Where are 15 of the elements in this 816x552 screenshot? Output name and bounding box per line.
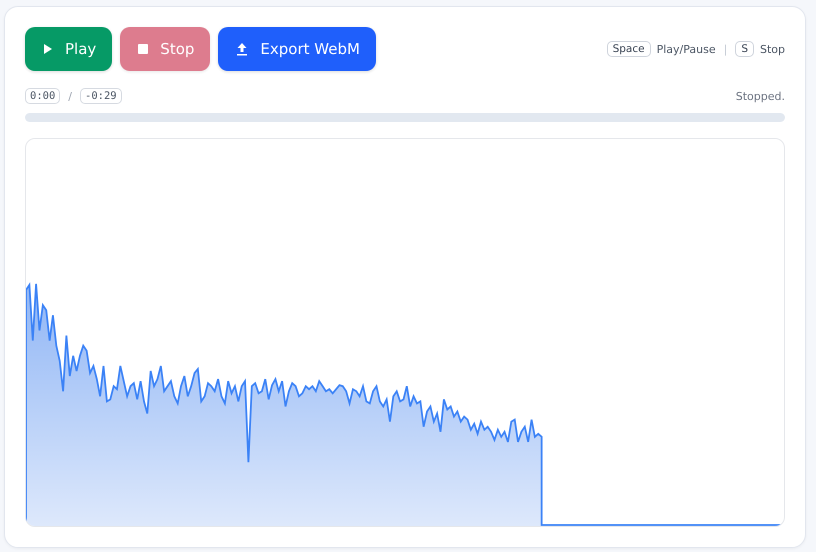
export-button[interactable]: Export WebM [218, 27, 376, 71]
elapsed-time: 0:00 [25, 88, 60, 104]
play-button[interactable]: Play [25, 27, 112, 71]
separator: | [724, 42, 728, 56]
shortcut-label: Play/Pause [656, 42, 716, 56]
key-hint: S [735, 41, 754, 57]
time-separator: / [68, 90, 72, 102]
key-hint: Space [606, 41, 651, 57]
remaining-time: -0:29 [80, 88, 122, 104]
stop-icon [138, 44, 148, 54]
progress-bar[interactable] [25, 113, 785, 122]
upload-icon [236, 42, 248, 56]
shortcut-label: Stop [760, 42, 785, 56]
status-text: Stopped. [736, 90, 785, 102]
play-icon [43, 43, 53, 55]
